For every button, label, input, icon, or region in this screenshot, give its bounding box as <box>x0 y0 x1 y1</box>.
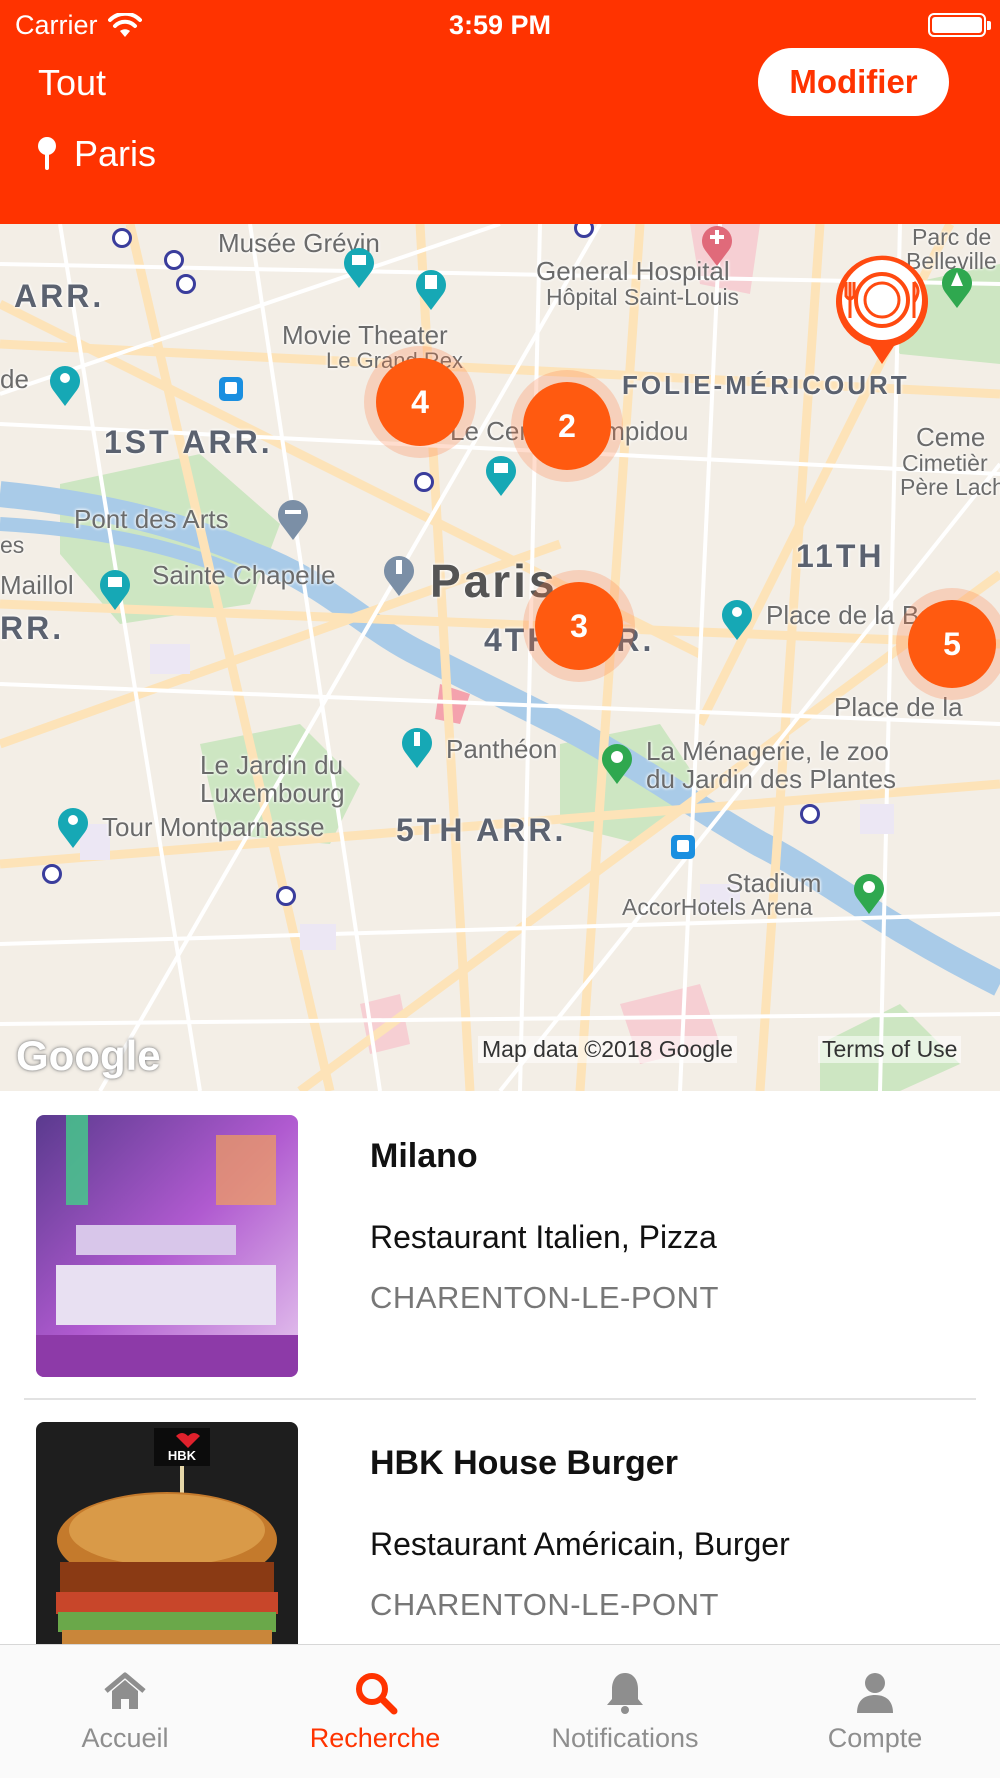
map-label-place-de-la: Place de la <box>834 692 963 722</box>
map-label-folie-mericourt: FOLIE-MÉRICOURT <box>622 370 910 400</box>
transit-icon <box>219 377 243 401</box>
map-terms-link[interactable]: Terms of Use <box>818 1036 962 1063</box>
museum-icon <box>100 570 130 610</box>
museum-icon <box>486 456 516 496</box>
map-label-jardin-2: Luxembourg <box>200 778 345 808</box>
tab-recherche[interactable]: Recherche <box>250 1645 500 1778</box>
category-filter-label[interactable]: Tout <box>38 62 106 104</box>
tab-label: Notifications <box>551 1723 699 1753</box>
museum-icon <box>344 248 374 288</box>
map-view[interactable]: Musée Grévin General Hospital Hôpital Sa… <box>0 224 1000 1091</box>
restaurant-marker-icon[interactable] <box>832 254 932 366</box>
tab-label: Compte <box>827 1723 923 1753</box>
tab-compte[interactable]: Compte <box>750 1645 1000 1778</box>
metro-icon <box>112 228 132 248</box>
map-label-cemetery-1: Ceme <box>916 422 986 452</box>
map-label-cemetery-2: Cimetièr <box>902 450 988 476</box>
modify-button[interactable]: Modifier <box>758 48 949 116</box>
restaurant-name: HBK House Burger <box>370 1444 678 1482</box>
camera-icon <box>722 600 752 640</box>
hbk-sign-text: HBK <box>168 1448 197 1463</box>
clock: 3:59 PM <box>448 10 552 40</box>
restaurant-name: Milano <box>370 1137 478 1175</box>
transit-icon <box>671 835 695 859</box>
metro-icon <box>42 864 62 884</box>
header: Carrier 3:59 PM Tout Paris Modifier <box>0 0 1000 224</box>
status-bar: Carrier 3:59 PM <box>0 0 1000 50</box>
map-label-tour-montparnasse: Tour Montparnasse <box>102 812 325 842</box>
list-item[interactable]: Milano Restaurant Italien, Pizza CHARENT… <box>0 1091 1000 1398</box>
map-cluster[interactable]: 3 <box>535 582 623 670</box>
restaurant-photo: HBK <box>36 1422 298 1644</box>
camera-icon <box>58 808 88 848</box>
tab-label: Accueil <box>81 1723 169 1753</box>
map-label-movie-theater-1: Movie Theater <box>282 320 448 350</box>
tab-label: Recherche <box>309 1723 441 1753</box>
home-icon <box>104 1672 146 1709</box>
map-label-11th: 11TH <box>796 538 885 574</box>
map-cluster[interactable]: 2 <box>523 382 611 470</box>
metro-icon <box>414 472 434 492</box>
restaurant-list[interactable]: Milano Restaurant Italien, Pizza CHARENT… <box>0 1091 1000 1644</box>
movie-theater-icon <box>416 270 446 310</box>
map-label-menagerie-2: du Jardin des Plantes <box>646 764 897 794</box>
restaurant-city: CHARENTON-LE-PONT <box>370 1587 719 1622</box>
tab-notifications[interactable]: Notifications <box>500 1645 750 1778</box>
map-label-jardin-1: Le Jardin du <box>200 750 344 780</box>
map-label-1st-arr: 1ST ARR. <box>104 424 273 460</box>
map-label-accorhotels: AccorHotels Arena <box>622 894 813 920</box>
map-label-es-left: es <box>0 532 25 558</box>
restaurant-photo <box>36 1115 298 1377</box>
map-label-arr-left: ARR. <box>14 278 105 314</box>
restaurant-city: CHARENTON-LE-PONT <box>370 1280 719 1315</box>
pin-icon <box>38 137 56 170</box>
map-label-cemetery-3: Père Lach <box>900 474 1000 500</box>
monument-icon <box>402 728 432 768</box>
map-label-sainte-chapelle: Sainte Chapelle <box>152 560 336 590</box>
map-cluster[interactable]: 4 <box>376 358 464 446</box>
map-label-parc-belleville-1: Parc de <box>912 224 992 250</box>
hospital-icon <box>702 226 732 266</box>
map-label-pantheon: Panthéon <box>446 734 558 764</box>
google-logo: Google <box>16 1032 161 1079</box>
restaurant-category: Restaurant Italien, Pizza <box>370 1219 717 1255</box>
map-label-rr-left: RR. <box>0 610 65 646</box>
user-icon <box>857 1673 893 1713</box>
metro-icon <box>176 274 196 294</box>
map-label-maillol: Maillol <box>0 570 74 600</box>
camera-icon <box>50 366 80 406</box>
restaurant-category: Restaurant Américain, Burger <box>370 1526 790 1562</box>
list-item[interactable]: HBK HBK House Burger Restaurant Américai… <box>0 1398 1000 1644</box>
metro-icon <box>800 804 820 824</box>
stadium-icon <box>854 874 884 914</box>
zoo-icon <box>602 744 632 784</box>
battery-icon <box>928 13 991 37</box>
park-icon <box>942 268 972 308</box>
map-label-paris: Paris <box>430 555 558 607</box>
map-cluster[interactable]: 5 <box>908 600 996 688</box>
map-label-de-left: de <box>0 364 29 394</box>
map-label-5th-arr: 5TH ARR. <box>396 812 567 848</box>
map-label-pont-des-arts: Pont des Arts <box>74 504 229 534</box>
church-icon <box>384 556 414 596</box>
metro-icon <box>276 886 296 906</box>
map-attribution: Map data ©2018 Google <box>478 1036 737 1063</box>
bridge-icon <box>278 500 308 540</box>
metro-icon <box>164 250 184 270</box>
map-label-menagerie-1: La Ménagerie, le zoo <box>646 736 889 766</box>
map-label-hopital-saint-louis: Hôpital Saint-Louis <box>546 284 740 310</box>
location-label: Paris <box>74 133 157 174</box>
tab-bar: Accueil Recherche Notifications Compte <box>0 1644 1000 1778</box>
tab-accueil[interactable]: Accueil <box>0 1645 250 1778</box>
bell-icon <box>607 1673 643 1714</box>
location-selector[interactable]: Paris <box>36 133 156 175</box>
search-icon <box>356 1673 398 1715</box>
